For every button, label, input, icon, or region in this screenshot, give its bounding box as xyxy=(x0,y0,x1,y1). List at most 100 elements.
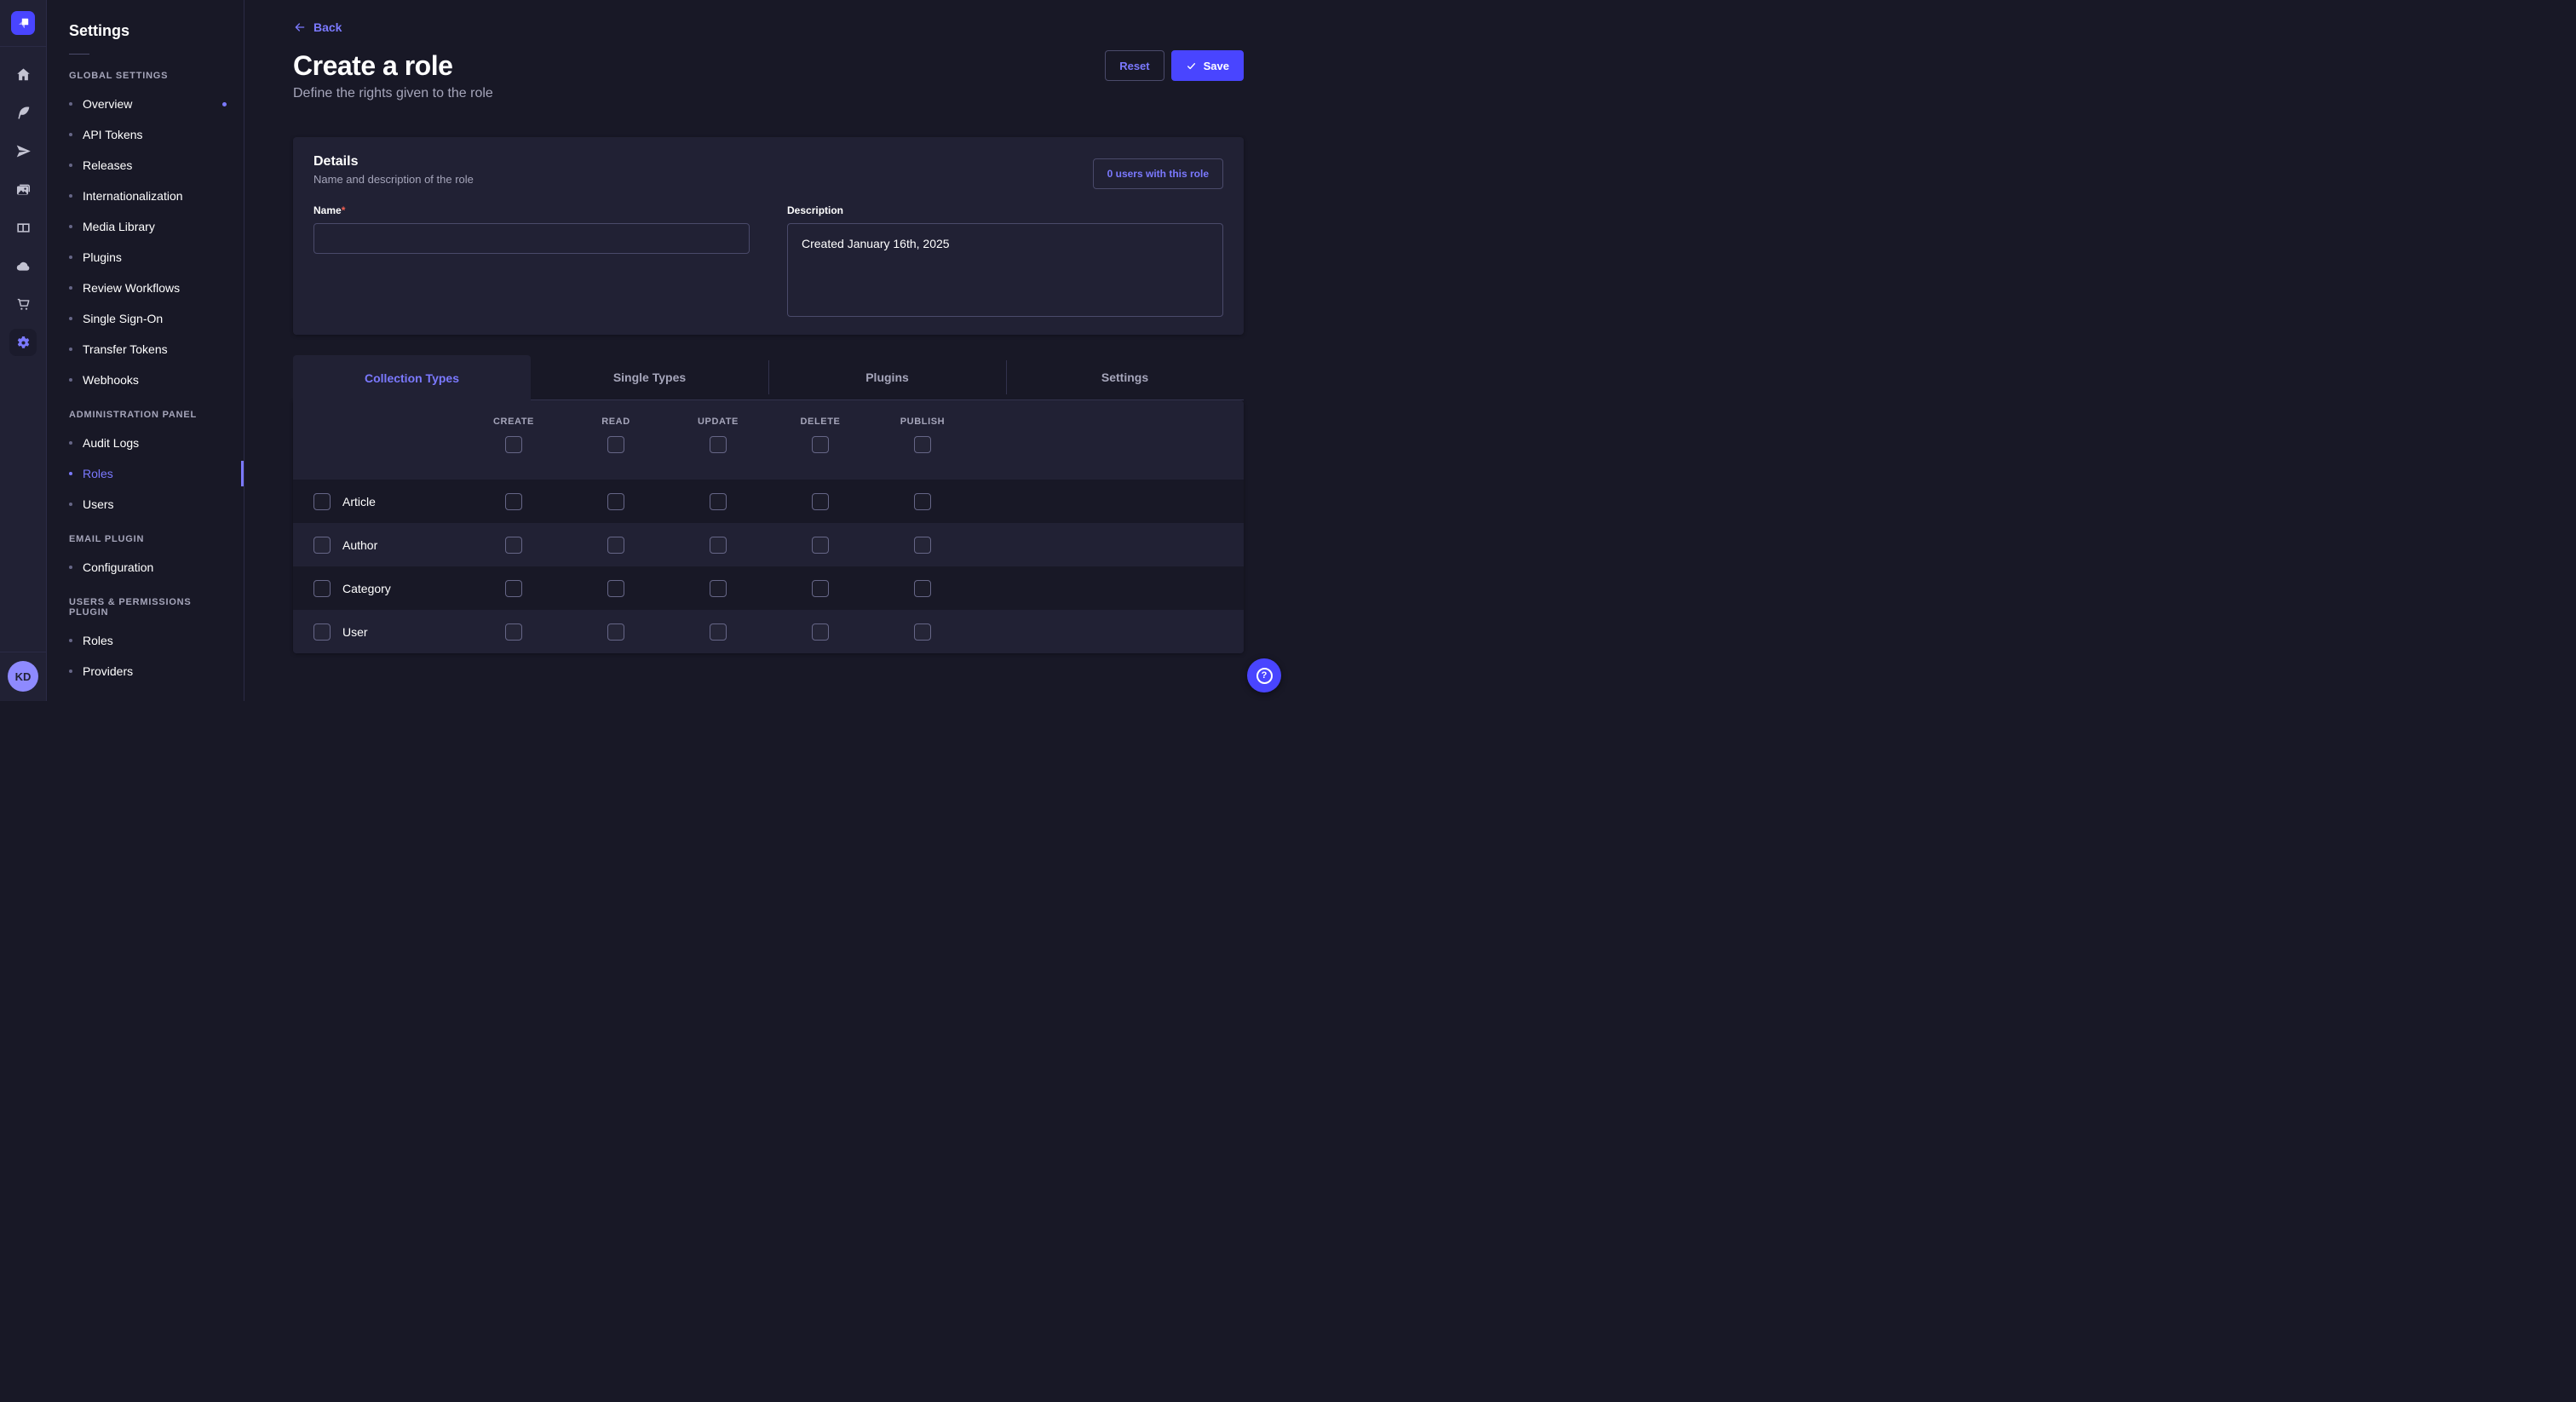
permissions-header: CREATEREADUPDATEDELETEPUBLISH xyxy=(293,400,1244,480)
media-icon[interactable] xyxy=(9,175,37,203)
sidebar-item-review-workflows[interactable]: Review Workflows xyxy=(47,273,244,303)
home-icon[interactable] xyxy=(9,60,37,88)
permission-checkbox-update[interactable] xyxy=(710,623,727,641)
permission-checkbox-read[interactable] xyxy=(607,580,624,597)
permission-checkbox-create[interactable] xyxy=(505,580,522,597)
bullet-icon xyxy=(69,348,72,351)
row-select-checkbox[interactable] xyxy=(313,623,331,641)
nav-icon-list xyxy=(9,60,37,356)
tab-plugins[interactable]: Plugins xyxy=(768,355,1006,400)
users-with-role-button[interactable]: 0 users with this role xyxy=(1093,158,1223,189)
strapi-logo-icon xyxy=(13,13,33,33)
permission-cell xyxy=(769,537,871,554)
details-subheading: Name and description of the role xyxy=(313,173,1223,186)
select-all-update-checkbox[interactable] xyxy=(710,436,727,453)
tab-collection-types[interactable]: Collection Types xyxy=(293,355,531,400)
reset-button[interactable]: Reset xyxy=(1105,50,1164,81)
name-label: Name* xyxy=(313,204,750,216)
row-label-cell: Category xyxy=(293,580,463,597)
permission-row-user: User xyxy=(293,610,1244,653)
name-input[interactable] xyxy=(313,223,750,254)
sidebar-item-transfer-tokens[interactable]: Transfer Tokens xyxy=(47,334,244,365)
row-select-checkbox[interactable] xyxy=(313,580,331,597)
tab-settings[interactable]: Settings xyxy=(1006,355,1244,400)
content-type-label: User xyxy=(342,625,368,639)
permission-checkbox-delete[interactable] xyxy=(812,623,829,641)
permission-column-update: UPDATE xyxy=(667,400,769,480)
tab-bar: Collection TypesSingle TypesPluginsSetti… xyxy=(293,355,1244,400)
permission-cell xyxy=(871,537,974,554)
sidebar-item-media-library[interactable]: Media Library xyxy=(47,211,244,242)
sidebar-item-overview[interactable]: Overview xyxy=(47,89,244,119)
permission-checkbox-update[interactable] xyxy=(710,493,727,510)
sidebar-item-providers[interactable]: Providers xyxy=(47,656,244,687)
permission-checkbox-publish[interactable] xyxy=(914,580,931,597)
sidebar-item-plugins[interactable]: Plugins xyxy=(47,242,244,273)
permission-checkbox-publish[interactable] xyxy=(914,623,931,641)
permission-checkbox-read[interactable] xyxy=(607,493,624,510)
sidebar-item-roles[interactable]: Roles xyxy=(47,458,244,489)
permission-cell xyxy=(667,493,769,510)
permission-checkbox-delete[interactable] xyxy=(812,493,829,510)
permission-checkbox-create[interactable] xyxy=(505,493,522,510)
row-select-checkbox[interactable] xyxy=(313,537,331,554)
back-arrow-icon xyxy=(293,20,307,34)
permission-cell xyxy=(871,493,974,510)
sidebar-item-webhooks[interactable]: Webhooks xyxy=(47,365,244,395)
sidebar-item-label: API Tokens xyxy=(83,128,143,141)
permission-checkbox-update[interactable] xyxy=(710,537,727,554)
sidebar-item-label: Webhooks xyxy=(83,373,139,387)
permissions-card: CREATEREADUPDATEDELETEPUBLISH ArticleAut… xyxy=(293,400,1244,653)
permission-checkbox-create[interactable] xyxy=(505,623,522,641)
sidebar-item-single-sign-on[interactable]: Single Sign-On xyxy=(47,303,244,334)
app-window: KD Settings GLOBAL SETTINGSOverviewAPI T… xyxy=(0,0,1288,701)
permission-checkbox-update[interactable] xyxy=(710,580,727,597)
cloud-icon[interactable] xyxy=(9,252,37,279)
permission-checkbox-read[interactable] xyxy=(607,623,624,641)
back-link[interactable]: Back xyxy=(293,20,342,34)
select-all-publish-checkbox[interactable] xyxy=(914,436,931,453)
sidebar-item-api-tokens[interactable]: API Tokens xyxy=(47,119,244,150)
permission-checkbox-publish[interactable] xyxy=(914,537,931,554)
send-icon[interactable] xyxy=(9,137,37,164)
permission-checkbox-delete[interactable] xyxy=(812,537,829,554)
sidebar-sections: GLOBAL SETTINGSOverviewAPI TokensRelease… xyxy=(47,56,244,687)
select-all-delete-checkbox[interactable] xyxy=(812,436,829,453)
rail-bottom: KD xyxy=(0,652,46,701)
settings-sidebar: Settings GLOBAL SETTINGSOverviewAPI Toke… xyxy=(47,0,244,701)
sidebar-item-internationalization[interactable]: Internationalization xyxy=(47,181,244,211)
sidebar-item-audit-logs[interactable]: Audit Logs xyxy=(47,428,244,458)
sidebar-item-releases[interactable]: Releases xyxy=(47,150,244,181)
sidebar-item-label: Audit Logs xyxy=(83,436,139,450)
help-button[interactable]: ? xyxy=(1247,658,1281,692)
bullet-icon xyxy=(69,102,72,106)
description-textarea[interactable]: Created January 16th, 2025 xyxy=(787,223,1223,317)
content-type-label: Category xyxy=(342,582,391,595)
sidebar-item-configuration[interactable]: Configuration xyxy=(47,552,244,583)
sidebar-item-label: Roles xyxy=(83,634,113,647)
save-button[interactable]: Save xyxy=(1171,50,1244,81)
sidebar-item-roles[interactable]: Roles xyxy=(47,625,244,656)
select-all-create-checkbox[interactable] xyxy=(505,436,522,453)
bullet-icon xyxy=(69,317,72,320)
sidebar-item-users[interactable]: Users xyxy=(47,489,244,520)
cart-icon[interactable] xyxy=(9,290,37,318)
gear-icon[interactable] xyxy=(9,329,37,356)
select-all-read-checkbox[interactable] xyxy=(607,436,624,453)
sidebar-item-label: Providers xyxy=(83,664,133,678)
permission-checkbox-publish[interactable] xyxy=(914,493,931,510)
layout-icon[interactable] xyxy=(9,214,37,241)
bullet-icon xyxy=(69,503,72,506)
avatar[interactable]: KD xyxy=(8,661,38,692)
sidebar-divider xyxy=(69,54,89,55)
row-select-checkbox[interactable] xyxy=(313,493,331,510)
tab-single-types[interactable]: Single Types xyxy=(531,355,768,400)
sidebar-item-label: Media Library xyxy=(83,220,155,233)
permission-checkbox-create[interactable] xyxy=(505,537,522,554)
strapi-logo[interactable] xyxy=(11,11,35,35)
permission-checkbox-delete[interactable] xyxy=(812,580,829,597)
sidebar-item-label: Transfer Tokens xyxy=(83,342,168,356)
permission-checkbox-read[interactable] xyxy=(607,537,624,554)
feather-icon[interactable] xyxy=(9,99,37,126)
permission-row-category: Category xyxy=(293,566,1244,610)
